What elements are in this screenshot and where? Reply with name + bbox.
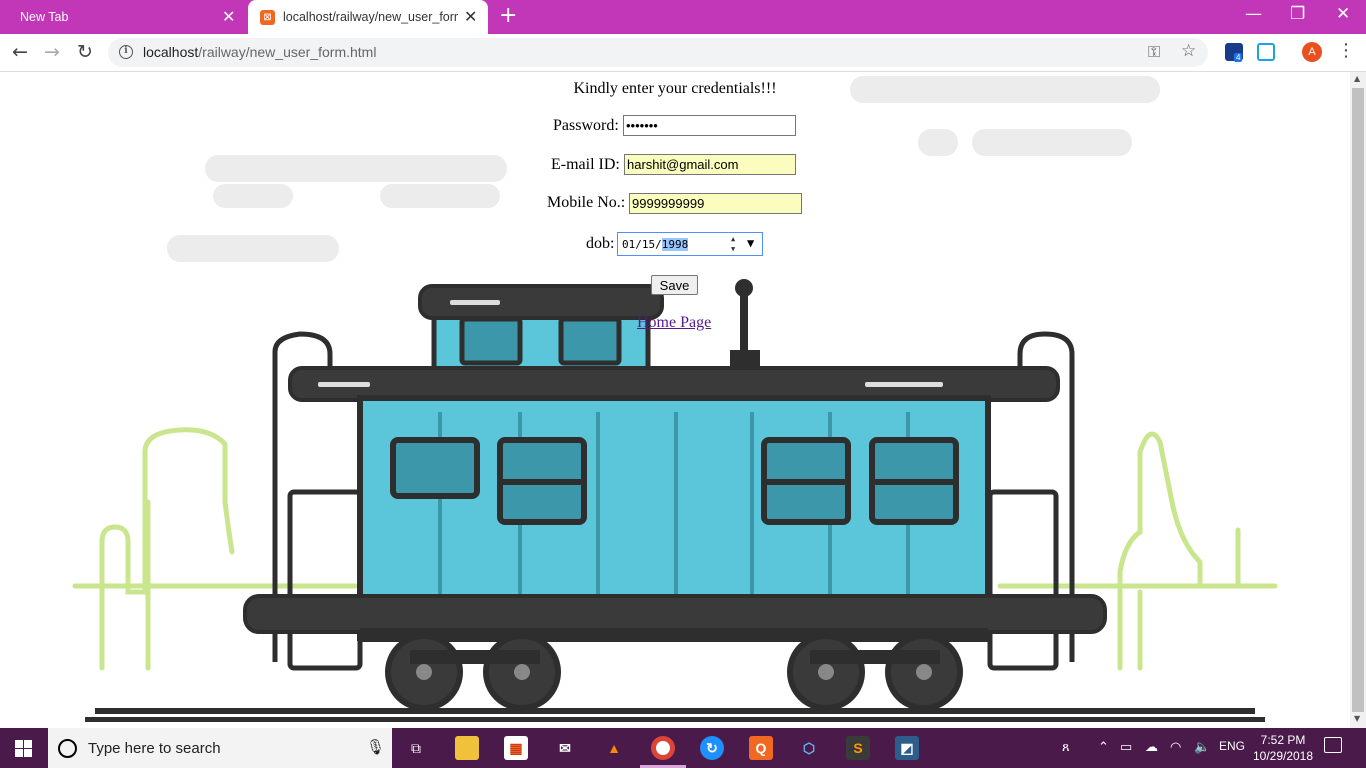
menu-dots-icon[interactable]: ⋮ <box>1337 40 1355 61</box>
extension-icon[interactable]: 4 <box>1225 43 1243 62</box>
restore-icon[interactable]: ❐ <box>1290 4 1305 24</box>
file-explorer-icon[interactable] <box>455 736 479 760</box>
dob-value: 01/15/1998 <box>622 238 689 251</box>
page-scrollbar[interactable]: ▲ ▼ <box>1350 72 1366 728</box>
taskbar-search-box[interactable]: Type here to search 🎙 <box>48 728 392 768</box>
email-field[interactable] <box>624 154 796 175</box>
minimize-icon[interactable]: — <box>1245 4 1262 24</box>
cortana-icon <box>58 739 77 758</box>
browser-tab-strip: New Tab ✕ ⊠ localhost/railway/new_user_f… <box>0 0 1366 34</box>
close-icon[interactable]: ✕ <box>222 7 235 27</box>
password-label: Password: <box>553 117 619 134</box>
scrollbar-thumb[interactable] <box>1352 88 1364 712</box>
taskbar-clock[interactable]: 7:52 PM 10/29/2018 <box>1250 732 1316 764</box>
chrome-icon[interactable] <box>651 736 675 760</box>
search-placeholder: Type here to search <box>88 740 221 757</box>
tab-new-user-form[interactable]: ⊠ localhost/railway/new_user_form ✕ <box>248 0 488 34</box>
forward-arrow-icon[interactable]: → <box>44 41 60 63</box>
reload-icon[interactable]: ↻ <box>77 41 93 63</box>
task-view-icon[interactable]: ⧉ <box>404 736 428 760</box>
sync-app-icon[interactable]: ↻ <box>700 736 724 760</box>
mail-icon[interactable]: ✉ <box>553 736 577 760</box>
dob-month[interactable]: 01 <box>622 238 635 251</box>
browser-toolbar: ← → ↻ i localhost/railway/new_user_form.… <box>0 34 1366 72</box>
vlc-icon[interactable]: ▲ <box>602 736 626 760</box>
volume-icon[interactable]: 🔈 <box>1194 739 1210 755</box>
q-app-icon[interactable]: Q <box>749 736 773 760</box>
home-page-link[interactable]: Home Page <box>637 314 711 332</box>
notification-center-icon[interactable] <box>1324 737 1342 753</box>
xampp-favicon-icon: ⊠ <box>260 10 275 25</box>
dob-label: dob: <box>586 235 615 252</box>
mobile-label: Mobile No.: <box>547 194 626 211</box>
back-arrow-icon[interactable]: ← <box>12 41 28 63</box>
tab-new-tab[interactable]: New Tab ✕ <box>0 0 246 34</box>
tab-title: New Tab <box>20 10 69 24</box>
dob-date-input[interactable]: 01/15/1998 ▲ ▼ ▼ <box>617 232 763 256</box>
url-path: /railway/new_user_form.html <box>198 44 377 60</box>
password-field[interactable] <box>623 115 796 136</box>
windows-start-icon[interactable] <box>15 740 32 757</box>
url-host: localhost <box>143 44 199 60</box>
bookmark-star-icon[interactable]: ☆ <box>1181 41 1196 61</box>
url-text: localhost/railway/new_user_form.html <box>143 44 376 60</box>
mysql-workbench-icon[interactable]: ◩ <box>895 736 919 760</box>
extension-icon[interactable] <box>1257 43 1275 61</box>
email-label: E-mail ID: <box>551 156 620 173</box>
people-icon[interactable]: ጸ <box>1062 739 1070 755</box>
sublime-text-icon[interactable]: S <box>846 736 870 760</box>
dob-year[interactable]: 1998 <box>661 238 689 251</box>
language-indicator[interactable]: ENG <box>1219 739 1245 753</box>
page-viewport: Kindly enter your credentials!!! Passwor… <box>0 72 1350 728</box>
save-button[interactable]: Save <box>651 275 698 295</box>
window-close-icon[interactable]: ✕ <box>1336 4 1350 24</box>
close-icon[interactable]: ✕ <box>464 7 477 27</box>
scroll-down-icon[interactable]: ▼ <box>1354 714 1360 723</box>
extension-badge: 4 <box>1234 53 1243 62</box>
new-tab-plus-icon[interactable]: + <box>499 3 517 28</box>
clock-time: 7:52 PM <box>1260 733 1306 747</box>
network-icon[interactable]: ☁ <box>1145 739 1158 755</box>
page-heading: Kindly enter your credentials!!! <box>573 80 777 97</box>
scroll-up-icon[interactable]: ▲ <box>1354 74 1360 83</box>
calendar-dropdown-icon[interactable]: ▼ <box>747 236 754 250</box>
info-icon[interactable]: i <box>119 45 133 59</box>
microphone-icon[interactable]: 🎙 <box>366 738 385 756</box>
tab-title: localhost/railway/new_user_form <box>283 10 458 24</box>
battery-icon[interactable]: ▭ <box>1120 739 1132 755</box>
date-spinner-icon[interactable]: ▲ ▼ <box>731 234 735 254</box>
address-bar[interactable]: i localhost/railway/new_user_form.html ⚿… <box>108 38 1208 67</box>
store-icon[interactable]: ▦ <box>504 736 528 760</box>
virtualbox-icon[interactable]: ⬡ <box>797 736 821 760</box>
wifi-icon[interactable]: ◠ <box>1170 739 1181 755</box>
windows-taskbar: Type here to search 🎙 ⧉ ▦ ✉ ▲ ↻ Q ⬡ S ◩ … <box>0 728 1366 768</box>
chevron-up-icon[interactable]: ⌃ <box>1098 739 1109 755</box>
profile-avatar[interactable]: A <box>1302 42 1322 62</box>
key-icon[interactable]: ⚿ <box>1148 42 1160 62</box>
clock-date: 10/29/2018 <box>1252 749 1314 763</box>
mobile-field[interactable] <box>629 193 802 214</box>
dob-day[interactable]: 15 <box>642 238 655 251</box>
